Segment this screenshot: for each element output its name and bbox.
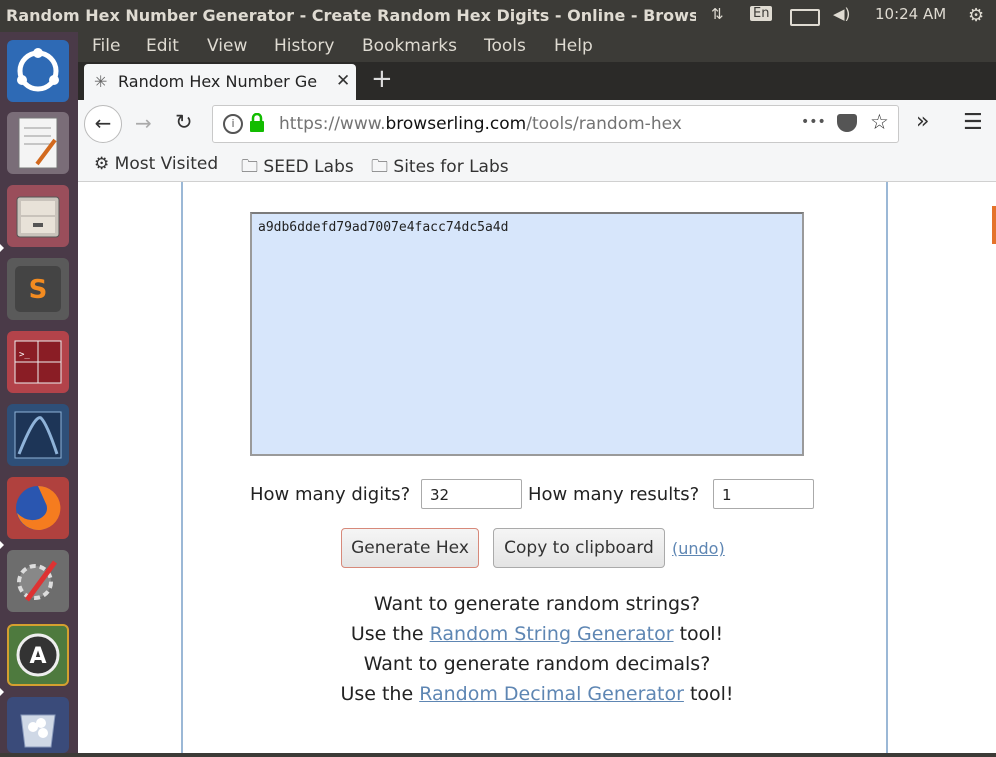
tab-random-hex[interactable]: ✳ Random Hex Number Ge ✕ [84, 64, 356, 100]
menu-tools[interactable]: Tools [484, 36, 526, 56]
svg-text:>_: >_ [19, 350, 30, 360]
page-content: a9db6ddefd79ad7007e4facc74dc5a4d How man… [78, 182, 996, 753]
page-actions-icon[interactable]: ••• [801, 114, 826, 130]
file-manager-icon[interactable] [7, 185, 69, 247]
menu-edit[interactable]: Edit [146, 36, 179, 56]
trash-icon[interactable] [7, 697, 69, 753]
bookmark-star-icon[interactable]: ☆ [870, 110, 889, 134]
tab-bar: ✳ Random Hex Number Ge ✕ + [78, 62, 996, 100]
folder-icon: 🗀 [241, 157, 258, 177]
firefox-icon[interactable] [7, 477, 69, 539]
copy-to-clipboard-button[interactable]: Copy to clipboard [493, 528, 665, 568]
bookmarks-bar: ⚙ Most Visited 🗀 SEED Labs 🗀 Sites for L… [78, 150, 996, 182]
menu-file[interactable]: File [92, 36, 120, 56]
battery-icon[interactable] [790, 9, 820, 26]
tab-title: Random Hex Number Ge [118, 72, 318, 91]
launcher-running-indicator [0, 244, 4, 252]
wireshark-icon[interactable] [7, 404, 69, 466]
results-label: How many results? [528, 484, 700, 505]
network-icon[interactable]: ⇅ [711, 5, 724, 23]
overflow-menu-icon[interactable]: » [916, 109, 929, 134]
bookmark-most-visited[interactable]: ⚙ Most Visited [94, 154, 218, 174]
navigation-bar: ← → ↻ i https://www.browserling.com/tool… [78, 100, 996, 150]
clock[interactable]: 10:24 AM [875, 5, 946, 23]
info-icon[interactable]: i [223, 114, 243, 134]
promo-line-string-tool: Use the Random String Generator tool! [350, 623, 724, 645]
menu-history[interactable]: History [274, 36, 334, 56]
terminal-icon[interactable]: >_ [7, 331, 69, 393]
window-title: Random Hex Number Generator - Create Ran… [6, 6, 696, 25]
sublime-text-icon[interactable]: S [7, 258, 69, 320]
digits-input[interactable]: 32 [421, 479, 522, 509]
gear-icon: ⚙ [94, 154, 110, 174]
bookmark-sites-for-labs[interactable]: 🗀 Sites for Labs [371, 154, 509, 183]
bookmark-label: SEED Labs [263, 157, 354, 177]
bookmark-label: Most Visited [114, 154, 219, 174]
keyboard-layout-indicator[interactable]: En [750, 6, 773, 21]
promo-line-decimals: Want to generate random decimals? [363, 653, 711, 675]
lock-icon[interactable] [249, 112, 265, 137]
system-settings-icon[interactable] [7, 550, 69, 612]
forward-button[interactable]: → [135, 111, 152, 135]
reload-button[interactable]: ↻ [175, 110, 193, 134]
ubuntu-dash-icon[interactable] [7, 40, 69, 102]
browser-menu-bar: File Edit View History Bookmarks Tools H… [78, 32, 996, 62]
folder-icon: 🗀 [371, 157, 388, 177]
back-button[interactable]: ← [84, 105, 122, 143]
launcher-running-indicator [0, 541, 4, 549]
random-decimal-generator-link[interactable]: Random Decimal Generator [419, 683, 684, 705]
svg-text:S: S [29, 275, 48, 305]
digits-label: How many digits? [250, 484, 411, 505]
menu-help[interactable]: Help [554, 36, 593, 56]
system-top-bar: Random Hex Number Generator - Create Ran… [0, 0, 996, 32]
new-tab-button[interactable]: + [371, 64, 393, 94]
random-string-generator-link[interactable]: Random String Generator [430, 623, 674, 645]
scrollbar-marker[interactable] [992, 206, 996, 244]
undo-link[interactable]: (undo) [672, 539, 725, 558]
hamburger-menu-icon[interactable]: ☰ [963, 110, 983, 135]
launcher-running-indicator [0, 688, 4, 696]
bookmark-seed-labs[interactable]: 🗀 SEED Labs [241, 154, 354, 183]
text-editor-icon[interactable] [7, 112, 69, 174]
promo-line-decimal-tool: Use the Random Decimal Generator tool! [340, 683, 734, 705]
software-updater-icon[interactable]: A [7, 624, 69, 686]
url-bar[interactable]: i https://www.browserling.com/tools/rand… [212, 105, 899, 143]
close-tab-icon[interactable]: ✕ [336, 71, 350, 91]
promo-line-strings: Want to generate random strings? [373, 593, 701, 615]
launcher: S >_ A [0, 32, 78, 753]
url-text: https://www.browserling.com/tools/random… [279, 114, 682, 134]
menu-bookmarks[interactable]: Bookmarks [362, 36, 457, 56]
menu-view[interactable]: View [207, 36, 247, 56]
svg-text:A: A [29, 644, 46, 669]
settings-gear-icon[interactable]: ⚙ [968, 5, 984, 26]
volume-icon[interactable]: ◀) [833, 5, 850, 23]
generate-hex-button[interactable]: Generate Hex [341, 528, 479, 568]
pocket-icon[interactable] [837, 114, 857, 132]
results-input[interactable]: 1 [713, 479, 814, 509]
bookmark-label: Sites for Labs [393, 157, 509, 177]
hex-output-textarea[interactable]: a9db6ddefd79ad7007e4facc74dc5a4d [250, 212, 804, 456]
browserling-favicon-icon: ✳ [94, 72, 108, 91]
